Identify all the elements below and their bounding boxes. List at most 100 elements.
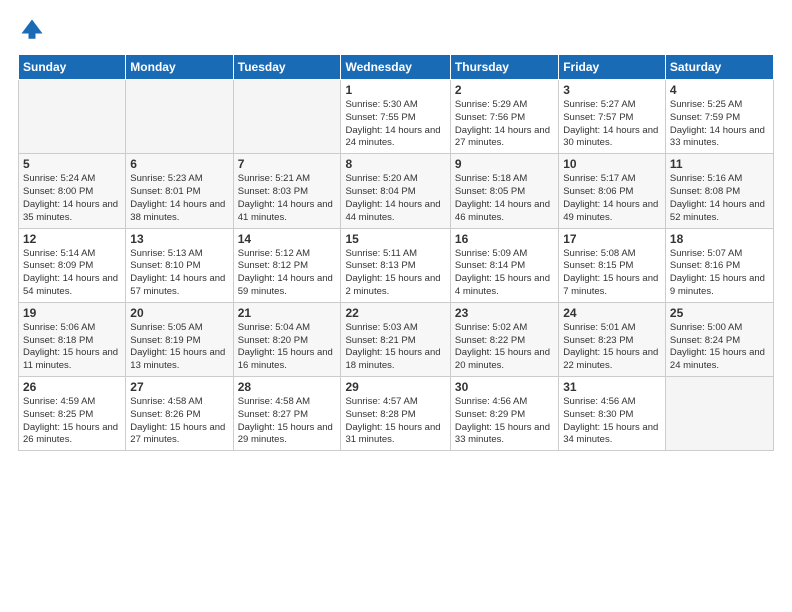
day-info: Sunrise: 5:08 AM Sunset: 8:15 PM Dayligh… [563,248,661,299]
calendar-body: 1Sunrise: 5:30 AM Sunset: 7:55 PM Daylig… [19,80,774,451]
weekday-header-sunday: Sunday [19,55,126,80]
week-row-3: 12 Sunrise: 5:14 AM Sunset: 8:09 PM Dayli… [19,228,774,302]
calendar-cell: 26 Sunrise: 4:59 AM Sunset: 8:25 PM Dayli… [19,377,126,451]
calendar-cell: 7Sunrise: 5:21 AM Sunset: 8:03 PM Daylig… [233,154,341,228]
day-number: 10 [563,157,661,171]
day-info: Sunrise: 5:13 AM Sunset: 8:10 PM Dayligh… [130,248,228,299]
calendar-table: SundayMondayTuesdayWednesdayThursdayFrid… [18,54,774,451]
day-number: 2 [455,83,554,97]
calendar-cell: 8 Sunrise: 5:20 AM Sunset: 8:04 PM Daylig… [341,154,450,228]
day-info: Sunrise: 5:30 AM Sunset: 7:55 PM Dayligh… [345,99,445,150]
day-info: Sunrise: 5:11 AM Sunset: 8:13 PM Dayligh… [345,248,445,299]
day-info: Sunrise: 4:56 AM Sunset: 8:29 PM Dayligh… [455,396,554,447]
weekday-header-wednesday: Wednesday [341,55,450,80]
calendar-cell: 1Sunrise: 5:30 AM Sunset: 7:55 PM Daylig… [341,80,450,154]
calendar-cell: 15 Sunrise: 5:11 AM Sunset: 8:13 PM Dayli… [341,228,450,302]
calendar-cell: 11Sunrise: 5:16 AM Sunset: 8:08 PM Dayli… [665,154,773,228]
weekday-header-thursday: Thursday [450,55,558,80]
calendar-cell: 2 Sunrise: 5:29 AM Sunset: 7:56 PM Daylig… [450,80,558,154]
day-info: Sunrise: 5:25 AM Sunset: 7:59 PM Dayligh… [670,99,769,150]
calendar-cell: 28Sunrise: 4:58 AM Sunset: 8:27 PM Dayli… [233,377,341,451]
week-row-2: 5 Sunrise: 5:24 AM Sunset: 8:00 PM Daylig… [19,154,774,228]
calendar-cell [19,80,126,154]
day-number: 4 [670,83,769,97]
day-number: 12 [23,232,121,246]
day-number: 5 [23,157,121,171]
day-info: Sunrise: 5:04 AM Sunset: 8:20 PM Dayligh… [238,322,337,373]
day-number: 21 [238,306,337,320]
day-number: 27 [130,380,228,394]
header [18,16,774,44]
calendar-cell [665,377,773,451]
calendar-cell: 19 Sunrise: 5:06 AM Sunset: 8:18 PM Dayli… [19,302,126,376]
calendar-cell: 10 Sunrise: 5:17 AM Sunset: 8:06 PM Dayli… [559,154,666,228]
calendar-cell [126,80,233,154]
calendar-cell: 23Sunrise: 5:02 AM Sunset: 8:22 PM Dayli… [450,302,558,376]
day-number: 17 [563,232,661,246]
day-number: 24 [563,306,661,320]
calendar-cell: 27 Sunrise: 4:58 AM Sunset: 8:26 PM Dayli… [126,377,233,451]
day-number: 22 [345,306,445,320]
day-info: Sunrise: 4:56 AM Sunset: 8:30 PM Dayligh… [563,396,661,447]
day-info: Sunrise: 5:14 AM Sunset: 8:09 PM Dayligh… [23,248,121,299]
calendar-cell: 4 Sunrise: 5:25 AM Sunset: 7:59 PM Daylig… [665,80,773,154]
calendar-cell: 22 Sunrise: 5:03 AM Sunset: 8:21 PM Dayli… [341,302,450,376]
weekday-header-row: SundayMondayTuesdayWednesdayThursdayFrid… [19,55,774,80]
day-info: Sunrise: 5:02 AM Sunset: 8:22 PM Dayligh… [455,322,554,373]
logo-icon [18,16,46,44]
day-info: Sunrise: 5:09 AM Sunset: 8:14 PM Dayligh… [455,248,554,299]
day-info: Sunrise: 4:58 AM Sunset: 8:26 PM Dayligh… [130,396,228,447]
day-number: 7 [238,157,337,171]
calendar-cell: 31Sunrise: 4:56 AM Sunset: 8:30 PM Dayli… [559,377,666,451]
day-info: Sunrise: 5:17 AM Sunset: 8:06 PM Dayligh… [563,173,661,224]
calendar-cell: 20Sunrise: 5:05 AM Sunset: 8:19 PM Dayli… [126,302,233,376]
day-info: Sunrise: 5:24 AM Sunset: 8:00 PM Dayligh… [23,173,121,224]
page: SundayMondayTuesdayWednesdayThursdayFrid… [0,0,792,612]
day-info: Sunrise: 5:05 AM Sunset: 8:19 PM Dayligh… [130,322,228,373]
day-number: 16 [455,232,554,246]
day-info: Sunrise: 5:06 AM Sunset: 8:18 PM Dayligh… [23,322,121,373]
day-number: 8 [345,157,445,171]
day-number: 26 [23,380,121,394]
day-info: Sunrise: 5:29 AM Sunset: 7:56 PM Dayligh… [455,99,554,150]
day-number: 6 [130,157,228,171]
day-info: Sunrise: 4:59 AM Sunset: 8:25 PM Dayligh… [23,396,121,447]
calendar-cell: 13 Sunrise: 5:13 AM Sunset: 8:10 PM Dayli… [126,228,233,302]
day-info: Sunrise: 5:16 AM Sunset: 8:08 PM Dayligh… [670,173,769,224]
day-number: 29 [345,380,445,394]
day-number: 19 [23,306,121,320]
weekday-header-monday: Monday [126,55,233,80]
day-info: Sunrise: 4:57 AM Sunset: 8:28 PM Dayligh… [345,396,445,447]
weekday-header-friday: Friday [559,55,666,80]
day-info: Sunrise: 5:03 AM Sunset: 8:21 PM Dayligh… [345,322,445,373]
day-number: 3 [563,83,661,97]
calendar-cell: 12 Sunrise: 5:14 AM Sunset: 8:09 PM Dayli… [19,228,126,302]
calendar-cell: 14Sunrise: 5:12 AM Sunset: 8:12 PM Dayli… [233,228,341,302]
calendar-cell: 3 Sunrise: 5:27 AM Sunset: 7:57 PM Daylig… [559,80,666,154]
day-info: Sunrise: 5:07 AM Sunset: 8:16 PM Dayligh… [670,248,769,299]
day-number: 25 [670,306,769,320]
day-number: 18 [670,232,769,246]
day-info: Sunrise: 5:18 AM Sunset: 8:05 PM Dayligh… [455,173,554,224]
calendar-cell: 29 Sunrise: 4:57 AM Sunset: 8:28 PM Dayli… [341,377,450,451]
day-info: Sunrise: 4:58 AM Sunset: 8:27 PM Dayligh… [238,396,337,447]
day-number: 15 [345,232,445,246]
calendar-cell: 17 Sunrise: 5:08 AM Sunset: 8:15 PM Dayli… [559,228,666,302]
calendar-cell: 30 Sunrise: 4:56 AM Sunset: 8:29 PM Dayli… [450,377,558,451]
day-number: 30 [455,380,554,394]
day-info: Sunrise: 5:20 AM Sunset: 8:04 PM Dayligh… [345,173,445,224]
day-number: 9 [455,157,554,171]
day-info: Sunrise: 5:23 AM Sunset: 8:01 PM Dayligh… [130,173,228,224]
day-number: 13 [130,232,228,246]
calendar-cell: 16 Sunrise: 5:09 AM Sunset: 8:14 PM Dayli… [450,228,558,302]
weekday-header-saturday: Saturday [665,55,773,80]
day-info: Sunrise: 5:27 AM Sunset: 7:57 PM Dayligh… [563,99,661,150]
calendar-cell: 6 Sunrise: 5:23 AM Sunset: 8:01 PM Daylig… [126,154,233,228]
day-info: Sunrise: 5:12 AM Sunset: 8:12 PM Dayligh… [238,248,337,299]
day-info: Sunrise: 5:00 AM Sunset: 8:24 PM Dayligh… [670,322,769,373]
calendar-cell: 18 Sunrise: 5:07 AM Sunset: 8:16 PM Dayli… [665,228,773,302]
calendar-cell: 9 Sunrise: 5:18 AM Sunset: 8:05 PM Daylig… [450,154,558,228]
calendar-cell: 21 Sunrise: 5:04 AM Sunset: 8:20 PM Dayli… [233,302,341,376]
calendar-cell: 25 Sunrise: 5:00 AM Sunset: 8:24 PM Dayli… [665,302,773,376]
week-row-1: 1Sunrise: 5:30 AM Sunset: 7:55 PM Daylig… [19,80,774,154]
